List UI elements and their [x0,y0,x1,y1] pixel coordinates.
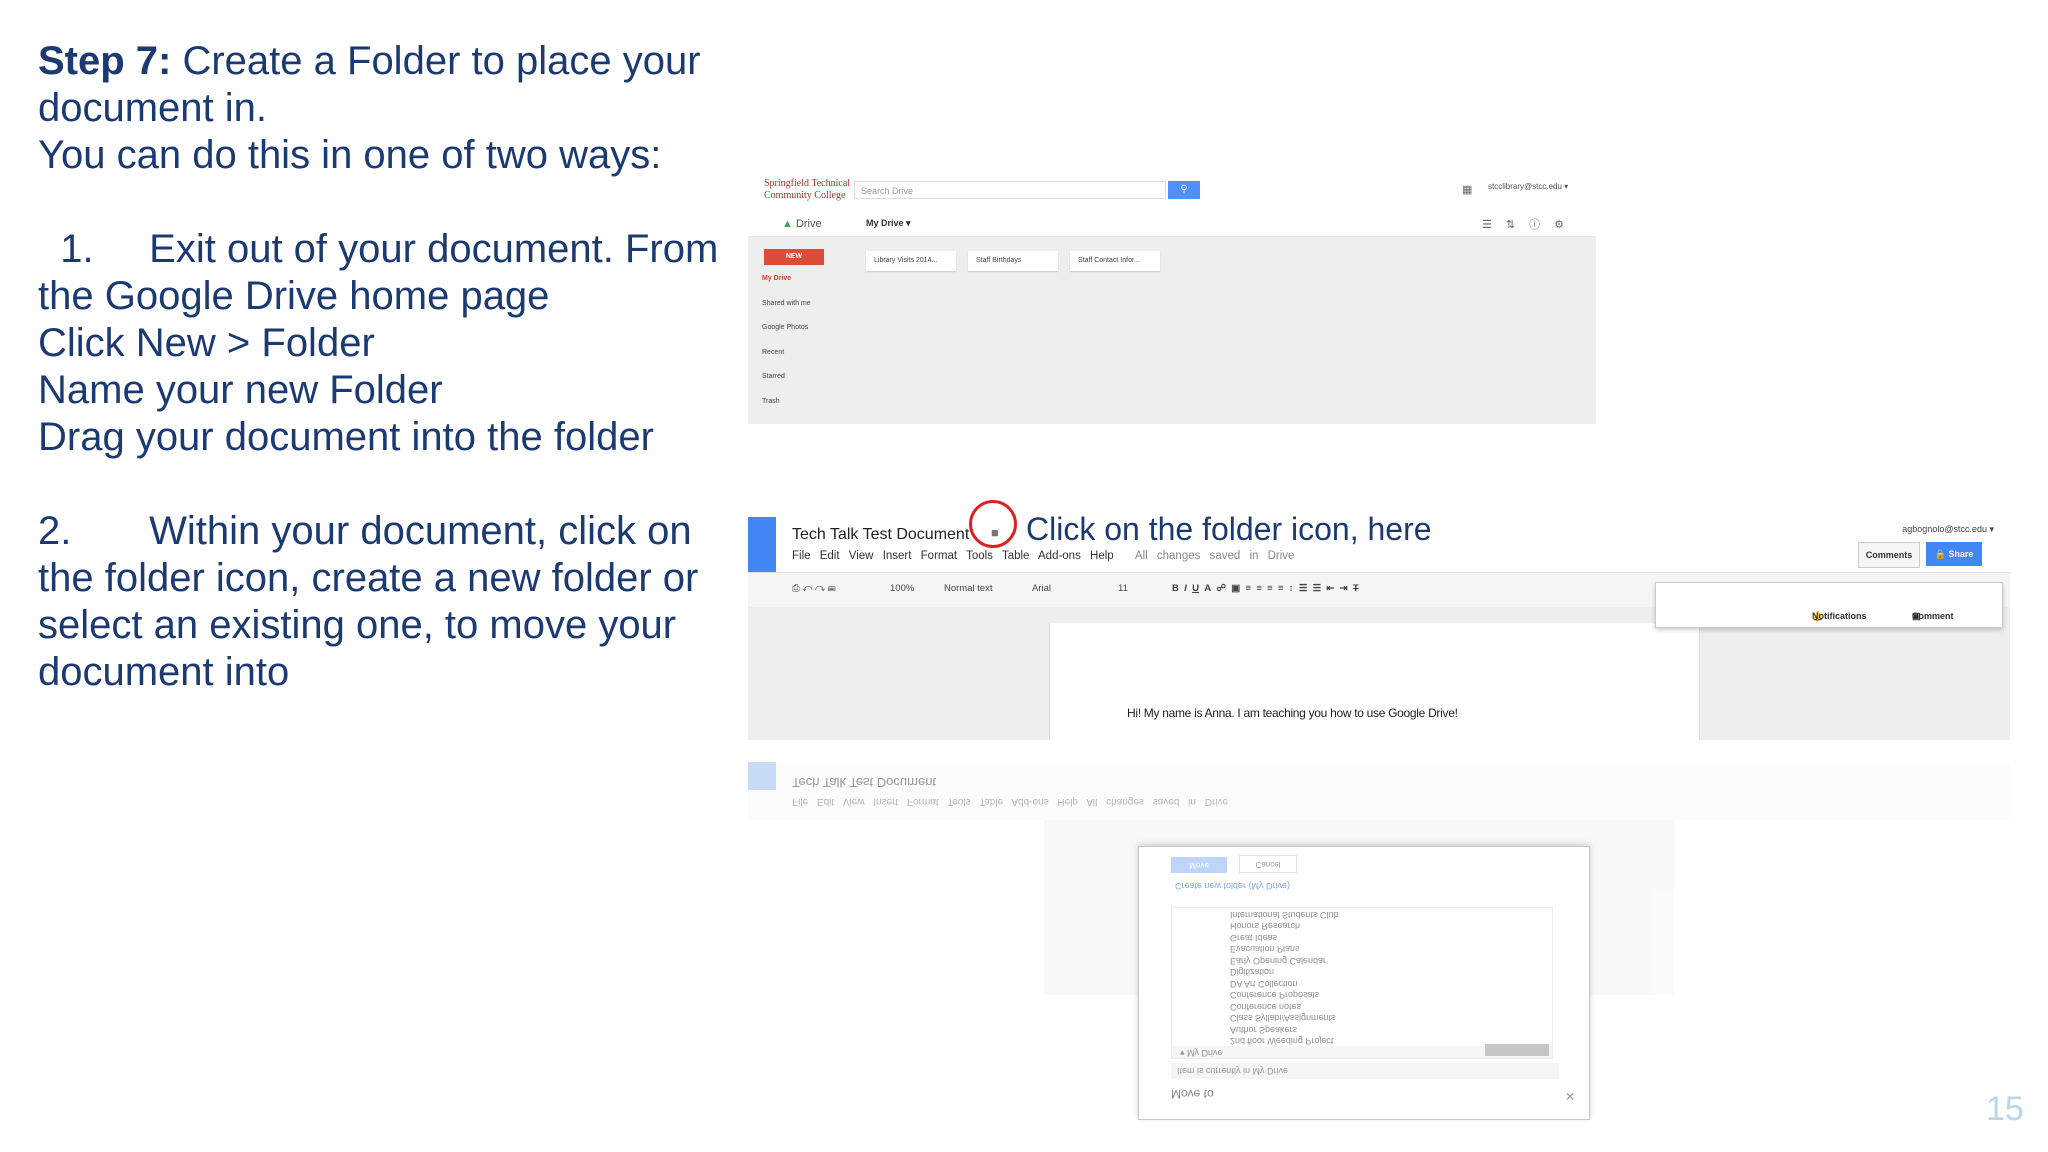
docs-screenshot: Tech Talk Test Document File Edit View I… [748,500,2010,740]
menu-table[interactable]: Table [1002,550,1030,562]
slide-page-number: 15 [1986,1090,2024,1128]
drive-view-icons[interactable]: ☰⇅ⓘ⚙ [1482,216,1578,232]
method-2-text: Within your document, click on the folde… [38,509,699,694]
info-icon: ⓘ [1529,219,1555,231]
sidebar-item-trash[interactable]: Trash [762,398,811,423]
close-icon[interactable]: ✕ [1565,1089,1575,1103]
drive-screenshot: Springfield Technical Community College … [748,170,1596,424]
folder-list-scrollbar[interactable] [1485,1044,1549,1056]
reflected-menu-bar: File Edit View Insert Format Tools Table… [792,796,1229,807]
create-folder-link[interactable]: Create new folder (My Drive) [1175,881,1290,891]
drive-search-input[interactable]: Search Drive [854,181,1166,199]
method-1-line-3: Name your new Folder [38,368,443,412]
move-to-dialog: Move to ✕ Item is currently in My Drive … [1138,846,1590,1120]
current-location: Item is currently in My Drive [1171,1063,1559,1079]
document-title[interactable]: Tech Talk Test Document [792,526,969,544]
folder-item[interactable]: Honors Research [1172,920,1552,932]
docs-menu-bar: File Edit View Insert Format Tools Table… [792,550,1294,562]
sidebar-item-starred[interactable]: Starred [762,373,811,398]
folder-callout: Click on the folder icon, here [1026,511,1432,547]
apps-grid-icon[interactable]: ▦ [1462,183,1472,196]
sort-icon: ⇅ [1505,219,1530,231]
drive-account[interactable]: stcclibrary@stcc.edu ▾ [1488,182,1568,191]
list-view-icon: ☰ [1482,219,1506,231]
saved-status: All changes saved in Drive [1134,550,1295,562]
folder-item[interactable]: Conference Proposals [1172,989,1552,1001]
drive-app-name: ▲ Drive [782,218,822,230]
docs-logo-icon [748,762,776,790]
method-1-line-2: Click New > Folder [38,321,375,365]
drive-logo-icon: ▲ [782,218,793,230]
reflected-document-title: Tech Talk Test Document [792,775,937,790]
menu-addons[interactable]: Add-ons [1038,550,1081,562]
folder-item[interactable]: Conference notes [1172,1001,1552,1012]
sidebar-item-my-drive[interactable]: My Drive [762,275,811,300]
sidebar-item-shared[interactable]: Shared with me [762,300,811,325]
menu-format[interactable]: Format [921,550,957,562]
method-2-number: 2. [38,509,72,553]
folder-item[interactable]: International Students Club [1172,909,1552,920]
lock-icon: 🔒 [1934,549,1946,559]
folder-item[interactable]: Evacuation Plans [1172,943,1552,955]
share-button[interactable]: 🔒 Share [1926,542,1982,566]
folder-item[interactable]: Great Ideas [1172,932,1552,943]
drive-sidebar: My Drive Shared with me Google Photos Re… [762,275,811,422]
instructions-text: Step 7: Create a Folder to place your do… [38,38,728,696]
file-item[interactable]: Staff Birthdays [968,251,1058,271]
menu-file[interactable]: File [792,550,811,562]
docs-account[interactable]: agbognolo@stcc.edu ▾ [1902,524,1994,535]
move-dialog-title: Move to [1171,1087,1214,1101]
print-undo-icons[interactable]: ⎙ ↶ ↷ ⌨ [792,583,835,594]
new-button[interactable]: NEW [764,249,824,265]
sidebar-item-photos[interactable]: Google Photos [762,324,811,349]
folder-list[interactable]: ▾ My Drive 2nd floor Weeding Project Aut… [1171,907,1553,1059]
font-select[interactable]: Arial [1032,583,1051,594]
move-dialog-reflection: Tech Talk Test Document File Edit View I… [748,762,2010,1120]
move-button[interactable]: Move [1171,857,1227,873]
menu-help[interactable]: Help [1090,550,1114,562]
menu-insert[interactable]: Insert [883,550,912,562]
document-body-text[interactable]: Hi! My name is Anna. I am teaching you h… [1127,706,1458,720]
method-2: 2. Within your document, click on the fo… [38,508,728,696]
college-logo: Springfield Technical Community College [764,178,851,201]
menu-edit[interactable]: Edit [820,550,840,562]
search-icon[interactable]: ⚲ [1168,181,1200,199]
highlight-circle [969,500,1017,548]
file-item[interactable]: Staff Contact Infor... [1070,251,1160,271]
gear-icon: ⚙ [1554,219,1578,231]
document-page[interactable]: Hi! My name is Anna. I am teaching you h… [1049,623,1700,740]
step-label: Step 7: [38,39,172,83]
font-size-select[interactable]: 11 [1118,583,1128,594]
menu-view[interactable]: View [849,550,874,562]
my-drive-menu[interactable]: My Drive ▾ [866,218,911,229]
menu-tools[interactable]: Tools [966,550,993,562]
folder-item[interactable]: Class Syllabi/Assignments [1172,1012,1552,1024]
folder-item[interactable]: DA Art Collection [1172,978,1552,989]
folder-item[interactable]: Digitization [1172,966,1552,978]
method-1-line-4: Drag your document into the folder [38,415,654,459]
folder-item[interactable]: Early Opening Calendar [1172,955,1552,966]
intro-text: You can do this in one of two ways: [38,133,662,177]
notifications-panel: 🔔 Notifications ▣ Comment [1655,582,2003,628]
file-item[interactable]: Library Visits 2014... [866,251,956,271]
comments-button[interactable]: Comments [1858,542,1920,568]
method-1: 1. Exit out of your document. From the G… [38,226,728,320]
format-icons[interactable]: B I U A ☍ ▣ ≡ ≡ ≡ ≡ ↕ ☰ ☰ ⇤ ⇥ T [1172,583,1359,594]
sidebar-item-recent[interactable]: Recent [762,349,811,374]
docs-logo-icon [748,517,776,572]
method-1-text: Exit out of your document. From the Goog… [38,227,719,318]
method-1-number: 1. [60,227,94,271]
drive-file-list: Library Visits 2014... Staff Birthdays Sta… [866,249,1172,271]
style-select[interactable]: Normal text [944,583,993,594]
cancel-button[interactable]: Cancel [1239,855,1297,873]
folder-item[interactable]: Author Speakers [1172,1024,1552,1035]
zoom-select[interactable]: 100% [890,583,914,594]
